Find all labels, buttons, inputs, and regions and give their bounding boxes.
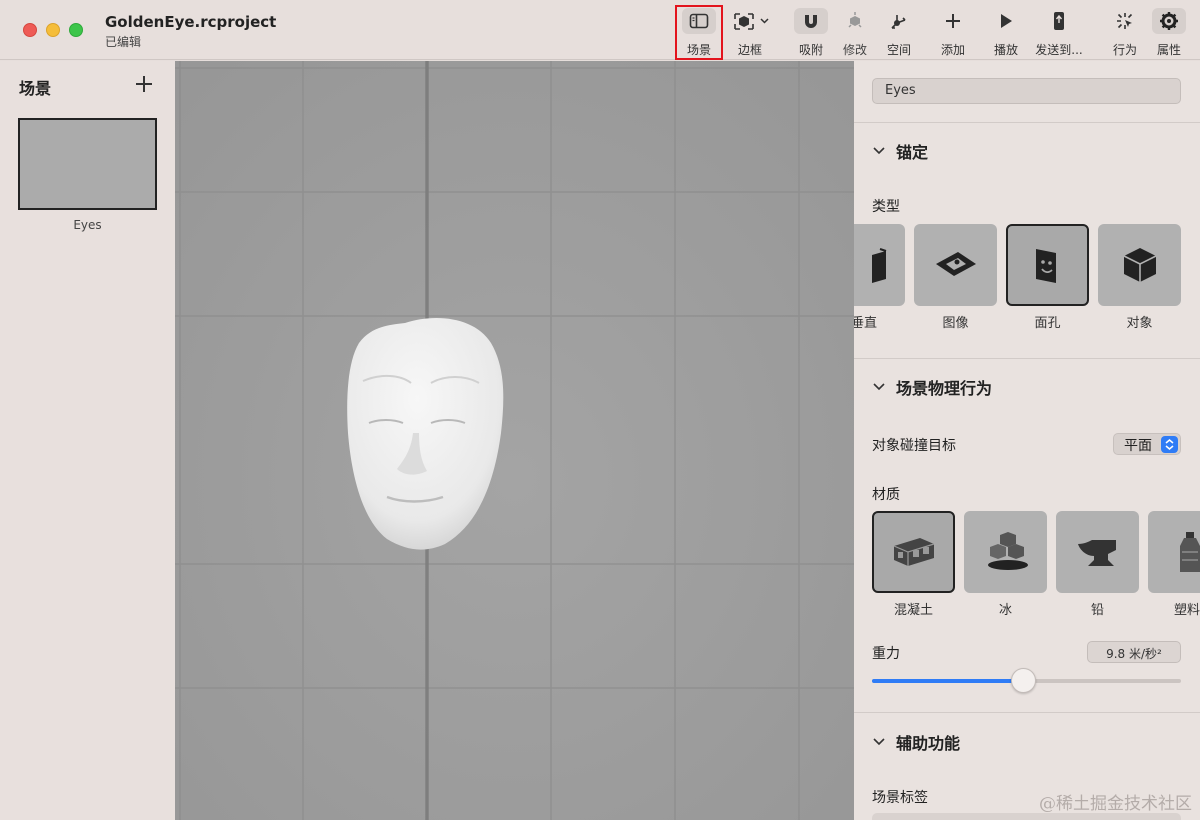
scene-thumbnail-label: Eyes: [73, 218, 102, 232]
material-ice-tile[interactable]: [964, 511, 1047, 593]
anchor-type-label: 类型: [872, 199, 900, 215]
collision-target-value: 平面: [1124, 438, 1152, 454]
properties-label: 属性: [1156, 43, 1181, 57]
inspector-panel: Eyes 锚定 类型 垂直 图像 面孔 对象 场景物理行为 对象碰撞目标 平面 …: [854, 61, 1200, 820]
popup-arrows-icon: [1161, 436, 1178, 453]
physics-heading: 场景物理行为: [896, 379, 993, 398]
properties-button[interactable]: 属性: [1152, 8, 1186, 58]
vertical-plane-icon: [871, 248, 886, 283]
snap-label: 吸附: [798, 43, 823, 57]
material-concrete-tile[interactable]: [872, 511, 955, 593]
modify-label: 修改: [842, 43, 867, 57]
chevron-down-icon: [873, 147, 885, 155]
physics-section-header[interactable]: 场景物理行为: [872, 375, 992, 399]
scene-name-field[interactable]: Eyes: [872, 78, 1181, 104]
gear-icon: [1152, 8, 1186, 34]
material-lead-tile[interactable]: [1056, 511, 1139, 593]
add-scene-button[interactable]: [133, 73, 155, 95]
material-plastic-label: 塑料: [1174, 603, 1200, 618]
material-concrete-label: 混凝土: [893, 603, 933, 618]
play-icon: [989, 8, 1023, 34]
space-label: 空间: [886, 43, 911, 57]
scenes-title: 场景: [19, 79, 52, 98]
accessibility-section-header[interactable]: 辅助功能: [872, 730, 960, 754]
chevron-down-icon: [873, 738, 885, 746]
document-status: 已编辑: [105, 35, 142, 49]
bounds-label: 边框: [737, 43, 762, 57]
add-label: 添加: [940, 43, 965, 57]
material-plastic-tile[interactable]: [1148, 511, 1200, 593]
anchor-vertical-tile[interactable]: [854, 224, 905, 306]
add-button[interactable]: 添加: [936, 8, 970, 58]
anchor-vertical-label: 垂直: [854, 316, 877, 331]
concrete-block-icon: [893, 538, 934, 566]
toolbar: GoldenEye.rcproject 已编辑 场景 边框 吸附 修改 空间 添…: [0, 0, 1200, 60]
behaviors-icon: [1108, 8, 1142, 34]
divider: [854, 122, 1200, 123]
modify-icon: [838, 8, 872, 34]
scene-tag-field[interactable]: [872, 813, 1181, 820]
magnet-icon: [794, 8, 828, 34]
document-title: GoldenEye.rcproject: [105, 13, 277, 31]
gravity-value-field[interactable]: 9.8 米/秒²: [1087, 641, 1181, 663]
bounds-cube-icon: [729, 8, 771, 34]
image-anchor-icon: [935, 252, 976, 276]
play-label: 播放: [993, 43, 1018, 57]
behaviors-button[interactable]: 行为: [1108, 8, 1142, 58]
cube-icon: [1123, 248, 1156, 282]
scene-viewport[interactable]: [175, 61, 854, 820]
space-axes-icon: [882, 8, 916, 34]
scene-tag-label: 场景标签: [872, 790, 928, 806]
anvil-icon: [1077, 540, 1116, 566]
modify-button[interactable]: 修改: [838, 8, 872, 58]
accessibility-heading: 辅助功能: [896, 734, 961, 753]
behaviors-label: 行为: [1112, 43, 1137, 57]
scenes-sidebar: 场景 Eyes: [0, 61, 175, 820]
anchor-face-label: 面孔: [1034, 316, 1061, 331]
anchor-object-tile[interactable]: [1098, 224, 1181, 306]
ice-cubes-icon: [987, 532, 1028, 570]
zoom-window-button[interactable]: [69, 23, 83, 37]
anchor-image-tile[interactable]: [914, 224, 997, 306]
anchor-image-label: 图像: [942, 316, 969, 331]
highlight-annotation: [675, 5, 723, 60]
gravity-slider-knob[interactable]: [1010, 668, 1036, 693]
gravity-slider-fill: [872, 679, 1024, 683]
material-lead-label: 铅: [1090, 603, 1104, 618]
minimize-window-button[interactable]: [46, 23, 60, 37]
send-to-device-icon: [1033, 8, 1085, 34]
material-label: 材质: [872, 487, 900, 503]
divider: [854, 712, 1200, 713]
divider: [854, 358, 1200, 359]
send-to-label: 发送到...: [1035, 43, 1083, 57]
collision-target-popup[interactable]: 平面: [1113, 433, 1181, 455]
scene-thumbnail[interactable]: [18, 118, 157, 210]
anchor-object-label: 对象: [1126, 316, 1153, 331]
collision-target-label: 对象碰撞目标: [872, 438, 956, 454]
face-anchor-icon: [1035, 249, 1056, 283]
plastic-bottle-icon: [1179, 532, 1200, 572]
viewport-canvas: [175, 61, 854, 820]
send-to-button[interactable]: 发送到...: [1033, 8, 1085, 58]
close-window-button[interactable]: [23, 23, 37, 37]
watermark: @稀土掘金技术社区: [1039, 794, 1192, 814]
anchoring-section-header[interactable]: 锚定: [872, 139, 928, 163]
chevron-down-icon: [873, 383, 885, 391]
plus-icon: [136, 76, 152, 92]
snap-button[interactable]: 吸附: [794, 8, 828, 58]
bounds-button[interactable]: 边框: [729, 8, 771, 58]
anchoring-heading: 锚定: [896, 143, 929, 162]
gravity-label: 重力: [872, 646, 900, 662]
play-button[interactable]: 播放: [989, 8, 1023, 58]
anchor-face-tile[interactable]: [1006, 224, 1089, 306]
space-button[interactable]: 空间: [882, 8, 916, 58]
plus-icon: [936, 8, 970, 34]
material-ice-label: 冰: [998, 603, 1012, 618]
